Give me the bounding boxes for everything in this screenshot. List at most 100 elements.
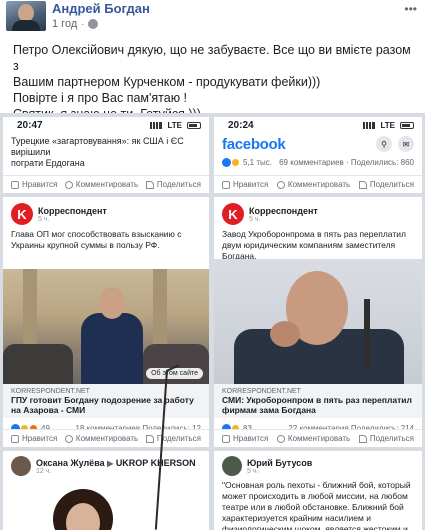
group-name[interactable]: UKROP KHERSON xyxy=(116,458,196,468)
messenger-icon[interactable]: ✉ xyxy=(398,136,414,152)
like-label: Нравится xyxy=(22,180,58,189)
like-button[interactable]: Нравится xyxy=(222,434,268,443)
avatar[interactable] xyxy=(222,456,242,476)
post-line: Петро Олексійович дякую, що не забуваєте… xyxy=(13,43,411,73)
link-title: СМИ: Укроборонпром в пять раз переплатил… xyxy=(222,395,412,415)
post-line: Повірте і я про Вас пам'ятаю ! xyxy=(13,91,188,105)
photo[interactable] xyxy=(23,489,143,530)
author-name[interactable]: Андрей Богдан xyxy=(52,1,150,16)
headline[interactable]: Турецкие «загартовування»: як США і ЄС в… xyxy=(3,136,209,169)
action-bar: Нравится Комментировать Поделиться xyxy=(3,175,209,193)
like-button[interactable]: Нравится xyxy=(11,434,57,443)
share-icon xyxy=(145,180,154,189)
reactions-row[interactable]: 5,1 тыс. 69 комментариев · Поделились: 8… xyxy=(214,155,422,169)
like-label: Нравится xyxy=(22,434,58,443)
post-meta: 1 год · xyxy=(52,18,99,30)
page-header: K Корреспондент 5 ч. xyxy=(3,197,209,227)
network-type: LTE xyxy=(167,120,182,130)
avatar[interactable] xyxy=(11,456,31,476)
page-header: K Корреспондент 5 ч. xyxy=(214,197,422,227)
like-button[interactable]: Нравится xyxy=(222,180,268,189)
share-label: Поделиться xyxy=(369,434,414,443)
post-time: 5 ч. xyxy=(247,467,259,475)
post-time: 5 ч. xyxy=(38,215,50,223)
screenshot-bottom-right[interactable]: Юрий Бутусов 5 ч. "Основная роль пехоты … xyxy=(214,451,422,530)
post-line: Вашим партнером Курченком - продукувати … xyxy=(13,75,321,89)
link-preview[interactable]: KORRESPONDENT.NET СМИ: Укроборонпром в п… xyxy=(214,384,422,418)
avatar[interactable] xyxy=(6,1,46,31)
comment-label: Комментировать xyxy=(287,180,351,189)
share-icon xyxy=(358,434,367,443)
post-time: 5 ч. xyxy=(249,215,261,223)
screenshot-middle-right[interactable]: K Корреспондент 5 ч. Завод Укроборонпром… xyxy=(214,197,422,447)
comment-share-counts[interactable]: 69 комментариев · Поделились: 860 xyxy=(279,158,414,167)
about-site-badge[interactable]: Об этом сайте xyxy=(146,368,203,379)
thumbs-up-icon xyxy=(11,434,19,443)
headline-line: Турецкие «загартовування»: як США і ЄС в… xyxy=(11,136,184,157)
author-name[interactable]: Юрий Бутусов xyxy=(247,458,312,468)
page-name[interactable]: Корреспондент xyxy=(249,206,318,216)
share-button[interactable]: Поделиться xyxy=(358,180,414,189)
korrespondent-logo[interactable]: K xyxy=(222,203,244,225)
screenshot-top-left[interactable]: 20:47 LTE Турецкие «загартовування»: як … xyxy=(3,117,209,193)
screenshot-middle-left[interactable]: K Корреспондент 5 ч. Глава ОП мог способ… xyxy=(3,197,209,447)
like-reaction-icon xyxy=(222,157,231,167)
comment-button[interactable]: Комментировать xyxy=(64,434,139,443)
haha-reaction-icon xyxy=(231,157,240,167)
thumbs-up-icon xyxy=(222,180,230,189)
reaction-count: 5,1 тыс. xyxy=(243,157,272,167)
comment-icon xyxy=(64,180,73,189)
like-button[interactable]: Нравится xyxy=(11,180,57,189)
screenshot-top-right[interactable]: 20:24 LTE facebook ⚲ ✉ 5,1 тыс. 69 комме… xyxy=(214,117,422,193)
thumbs-up-icon xyxy=(11,180,19,189)
image-grid[interactable]: 20:47 LTE Турецкие «загартовування»: як … xyxy=(0,113,425,530)
share-label: Поделиться xyxy=(369,180,414,189)
facebook-logo[interactable]: facebook xyxy=(222,136,286,153)
share-button[interactable]: Поделиться xyxy=(145,180,201,189)
battery-icon xyxy=(187,121,201,129)
comment-button[interactable]: Комментировать xyxy=(276,434,351,443)
page-name[interactable]: Корреспондент xyxy=(38,206,107,216)
author-name[interactable]: Оксана Жулёва xyxy=(36,458,105,468)
screenshot-bottom-left[interactable]: Оксана Жулёва ▶ UKROP KHERSON 12 ч. xyxy=(3,451,209,530)
clock: 20:24 xyxy=(228,119,254,131)
share-button[interactable]: Поделиться xyxy=(358,434,414,443)
comment-button[interactable]: Комментировать xyxy=(276,180,351,189)
korrespondent-logo[interactable]: K xyxy=(11,203,33,225)
post-time: 12 ч. xyxy=(36,467,52,475)
battery-icon xyxy=(400,121,414,129)
news-photo[interactable] xyxy=(214,259,422,384)
post-time[interactable]: 1 год xyxy=(52,18,77,30)
comment-button[interactable]: Комментировать xyxy=(64,180,139,189)
person xyxy=(81,313,143,384)
search-icon[interactable]: ⚲ xyxy=(376,136,392,152)
link-preview[interactable]: KORRESPONDENT.NET ГПУ готовит Богдану по… xyxy=(3,384,209,418)
comment-icon xyxy=(64,434,73,443)
post-header: Андрей Богдан 1 год · ••• xyxy=(0,0,425,40)
crowd xyxy=(3,344,73,384)
signal-icon xyxy=(363,121,376,129)
share-label: Поделиться xyxy=(156,180,201,189)
comment-icon xyxy=(276,180,285,189)
comment-label: Комментировать xyxy=(75,434,139,443)
link-title: ГПУ готовит Богдану подозрение за работу… xyxy=(11,395,194,415)
link-domain: KORRESPONDENT.NET xyxy=(222,388,301,395)
post-header: Оксана Жулёва ▶ UKROP KHERSON 12 ч. xyxy=(3,451,209,478)
share-icon xyxy=(358,180,367,189)
hand xyxy=(270,321,300,347)
like-label: Нравится xyxy=(233,434,269,443)
microphone xyxy=(364,299,370,369)
like-label: Нравится xyxy=(233,180,269,189)
news-photo[interactable]: Об этом сайте xyxy=(3,269,209,384)
action-bar: Нравится Комментировать Поделиться xyxy=(214,429,422,447)
thumbs-up-icon xyxy=(222,434,230,443)
more-options-icon[interactable]: ••• xyxy=(404,2,417,16)
share-button[interactable]: Поделиться xyxy=(145,434,201,443)
headline-line: пограти Ердогана xyxy=(11,158,85,168)
person-face xyxy=(99,287,125,319)
clock: 20:47 xyxy=(17,119,43,131)
comment-icon xyxy=(276,434,285,443)
comment-label: Комментировать xyxy=(287,434,351,443)
comment-label: Комментировать xyxy=(75,180,139,189)
status-bar: 20:47 LTE xyxy=(3,117,209,133)
